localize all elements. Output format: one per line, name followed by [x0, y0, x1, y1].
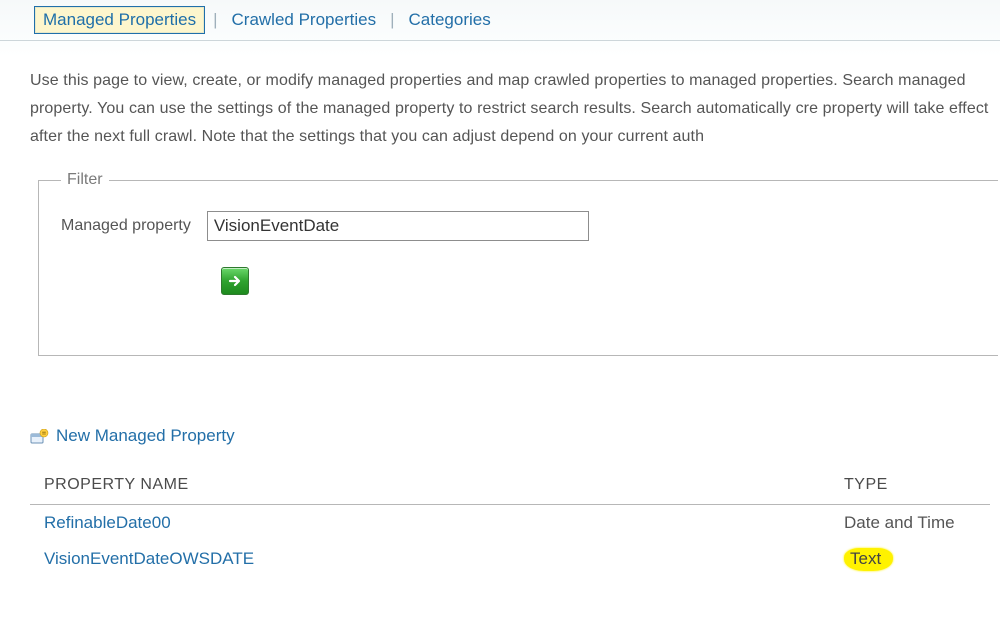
new-item-icon: [30, 429, 48, 443]
property-type: Date and Time: [844, 513, 990, 533]
page: Managed Properties | Crawled Properties …: [0, 0, 1000, 630]
apply-filter-button[interactable]: [221, 267, 249, 295]
arrow-right-icon: [227, 273, 243, 289]
tab-separator: |: [213, 10, 217, 30]
page-description: Use this page to view, create, or modify…: [0, 41, 1000, 151]
tab-managed-properties[interactable]: Managed Properties: [34, 6, 205, 34]
property-name-link[interactable]: RefinableDate00: [30, 513, 844, 533]
new-managed-property-link[interactable]: New Managed Property: [0, 356, 1000, 446]
filter-panel: Filter Managed property: [38, 171, 998, 356]
table-header: PROPERTY NAME TYPE: [30, 476, 990, 505]
properties-table: PROPERTY NAME TYPE RefinableDate00 Date …: [30, 476, 990, 577]
tab-crawled-properties[interactable]: Crawled Properties: [226, 7, 383, 33]
filter-legend: Filter: [61, 171, 109, 189]
new-managed-property-label: New Managed Property: [56, 426, 235, 446]
highlighted-type: Text: [844, 548, 893, 571]
filter-row: Managed property: [61, 211, 998, 241]
filter-label: Managed property: [61, 217, 191, 235]
managed-property-input[interactable]: [207, 211, 589, 241]
tab-categories[interactable]: Categories: [403, 7, 497, 33]
property-name-link[interactable]: VisionEventDateOWSDATE: [30, 549, 844, 569]
tab-separator: |: [390, 10, 394, 30]
property-type: Text: [844, 549, 990, 569]
table-row: VisionEventDateOWSDATE Text: [30, 541, 990, 577]
table-row: RefinableDate00 Date and Time: [30, 505, 990, 541]
column-type[interactable]: TYPE: [844, 476, 990, 494]
tab-bar: Managed Properties | Crawled Properties …: [0, 6, 1000, 41]
column-property-name[interactable]: PROPERTY NAME: [30, 476, 844, 494]
